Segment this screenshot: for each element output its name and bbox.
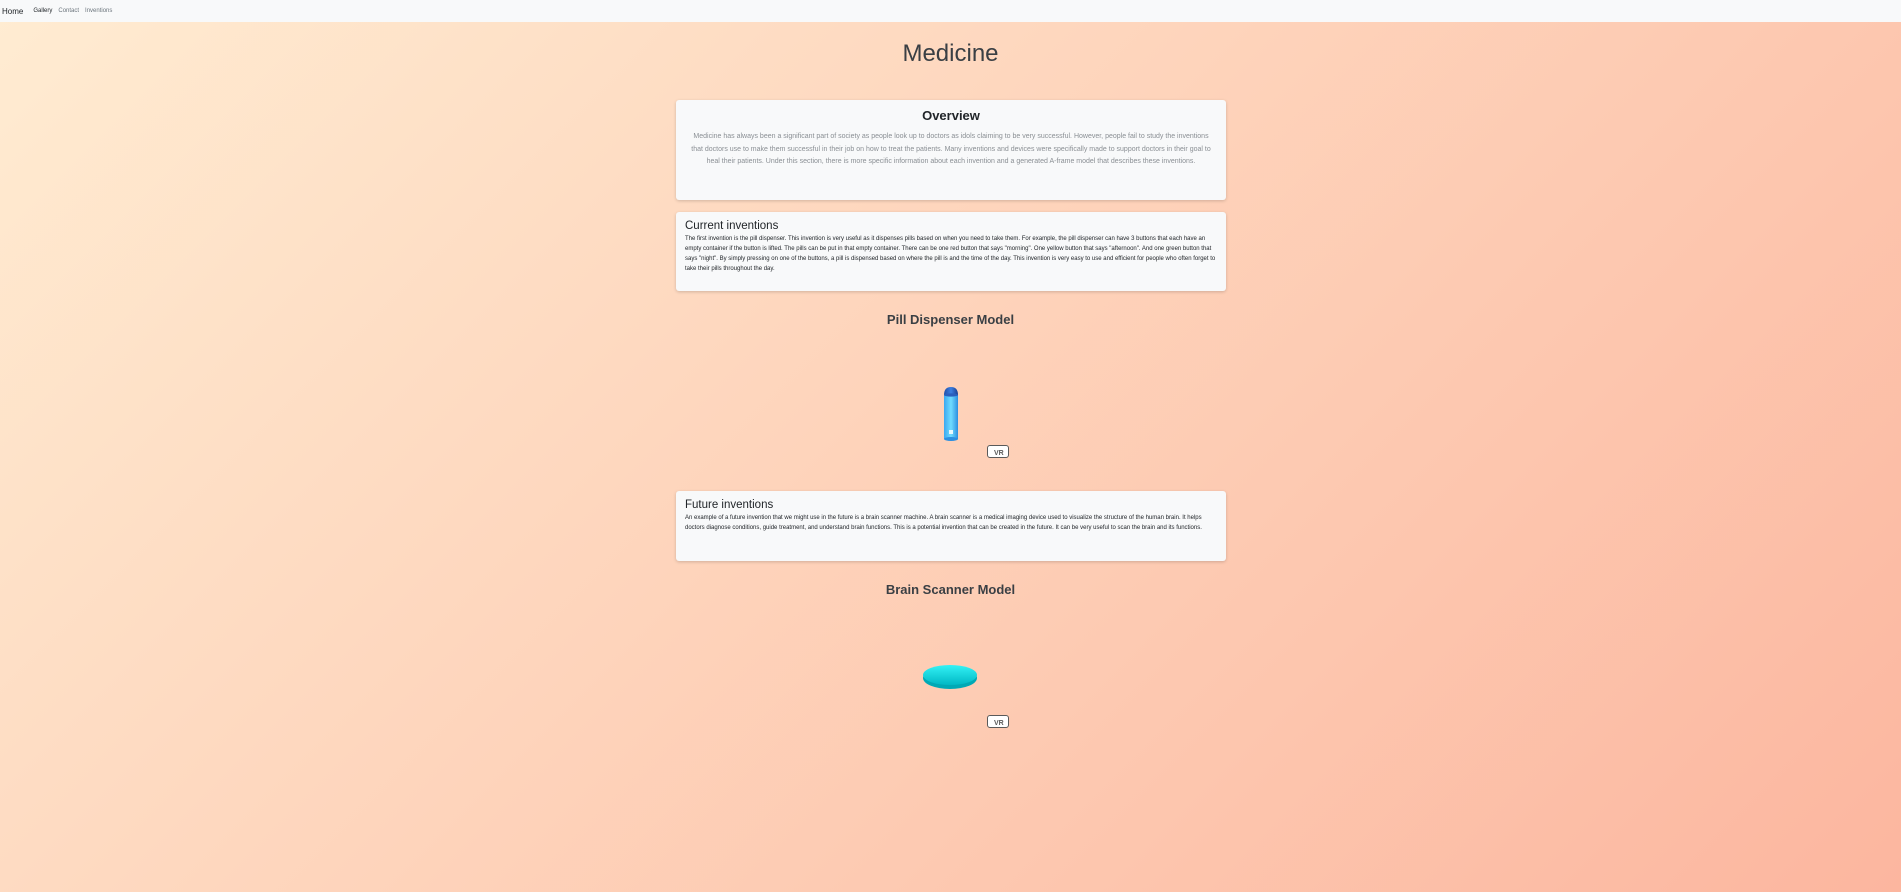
overview-heading: Overview	[922, 108, 980, 123]
brain-vr-button[interactable]: VR	[987, 715, 1009, 728]
future-inventions-heading: Future inventions	[685, 499, 774, 511]
current-inventions-heading: Current inventions	[685, 220, 779, 232]
brain-scanner-3d-scene[interactable]	[920, 660, 980, 692]
current-inventions-text: The first invention is the pill dispense…	[685, 236, 1216, 272]
pill-dispenser-model	[944, 387, 958, 441]
overview-text: Medicine has always been a significant p…	[691, 133, 1211, 165]
pill-cylinder-base	[944, 437, 958, 441]
pill-vr-button[interactable]: VR	[987, 445, 1009, 458]
page-title: Medicine	[902, 40, 999, 67]
brain-model-title: Brain Scanner Model	[885, 582, 1016, 597]
future-inventions-text: An example of a future invention that we…	[685, 515, 1202, 531]
current-inventions-card: Current inventions The first invention i…	[676, 212, 1226, 291]
pill-button	[949, 430, 953, 434]
overview-card: Overview Medicine has always been a sign…	[676, 100, 1226, 200]
future-inventions-card: Future inventions An example of a future…	[676, 491, 1226, 561]
nav-home-link[interactable]: Home	[2, 7, 23, 16]
nav-gallery-link[interactable]: Gallery	[33, 8, 52, 14]
pill-model-title: Pill Dispenser Model	[886, 312, 1015, 327]
brain-disc-top	[923, 665, 977, 685]
nav-inventions-link[interactable]: Inventions	[85, 8, 112, 14]
top-navbar: Home Gallery Contact Inventions	[0, 0, 1901, 22]
pill-dispenser-3d-scene[interactable]	[940, 385, 962, 443]
pill-cap-rim	[944, 393, 958, 397]
nav-contact-link[interactable]: Contact	[58, 8, 79, 14]
brain-scanner-model	[923, 665, 977, 689]
